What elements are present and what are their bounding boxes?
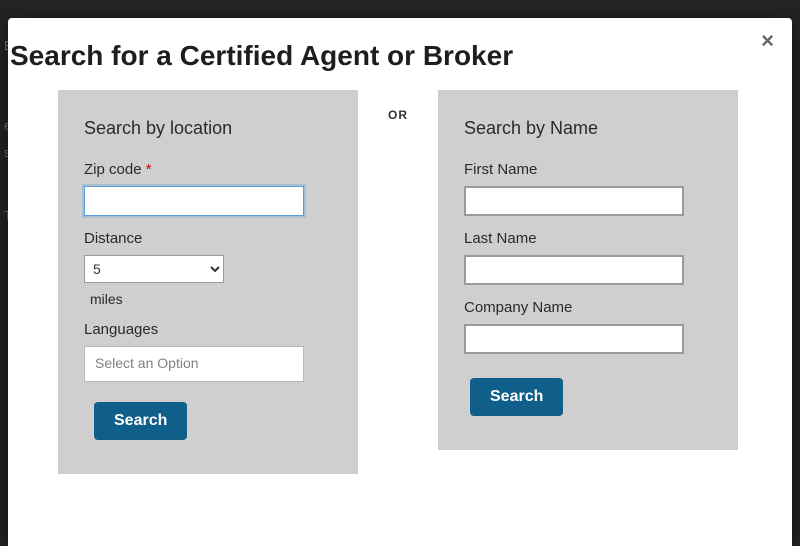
last-name-label: Last Name bbox=[464, 230, 712, 247]
last-name-input[interactable] bbox=[464, 255, 684, 285]
search-by-name-button[interactable]: Search bbox=[470, 378, 563, 416]
languages-select[interactable]: Select an Option bbox=[84, 346, 304, 382]
distance-select[interactable]: 5 bbox=[84, 255, 224, 283]
languages-label: Languages bbox=[84, 321, 332, 338]
first-name-field: First Name bbox=[464, 161, 712, 216]
company-label: Company Name bbox=[464, 299, 712, 316]
location-heading: Search by location bbox=[84, 118, 332, 139]
close-icon[interactable]: × bbox=[761, 30, 774, 52]
languages-field: Languages Select an Option bbox=[84, 321, 332, 382]
search-by-location-button[interactable]: Search bbox=[94, 402, 187, 440]
company-field: Company Name bbox=[464, 299, 712, 354]
zip-input[interactable] bbox=[84, 186, 304, 216]
distance-unit: miles bbox=[90, 291, 332, 307]
company-input[interactable] bbox=[464, 324, 684, 354]
search-by-location-panel: Search by location Zip code * Distance 5… bbox=[58, 90, 358, 474]
modal-title: Search for a Certified Agent or Broker bbox=[8, 32, 792, 90]
distance-field: Distance 5 miles bbox=[84, 230, 332, 307]
first-name-input[interactable] bbox=[464, 186, 684, 216]
name-heading: Search by Name bbox=[464, 118, 712, 139]
zip-label-text: Zip code bbox=[84, 161, 142, 178]
distance-label: Distance bbox=[84, 230, 332, 247]
required-indicator: * bbox=[146, 161, 152, 178]
last-name-field: Last Name bbox=[464, 230, 712, 285]
first-name-label: First Name bbox=[464, 161, 712, 178]
search-by-name-panel: Search by Name First Name Last Name Comp… bbox=[438, 90, 738, 450]
zip-label: Zip code * bbox=[84, 161, 332, 178]
or-divider: OR bbox=[378, 90, 418, 122]
search-modal: × Search for a Certified Agent or Broker… bbox=[8, 18, 792, 546]
zip-field: Zip code * bbox=[84, 161, 332, 216]
modal-columns: Search by location Zip code * Distance 5… bbox=[8, 90, 792, 474]
